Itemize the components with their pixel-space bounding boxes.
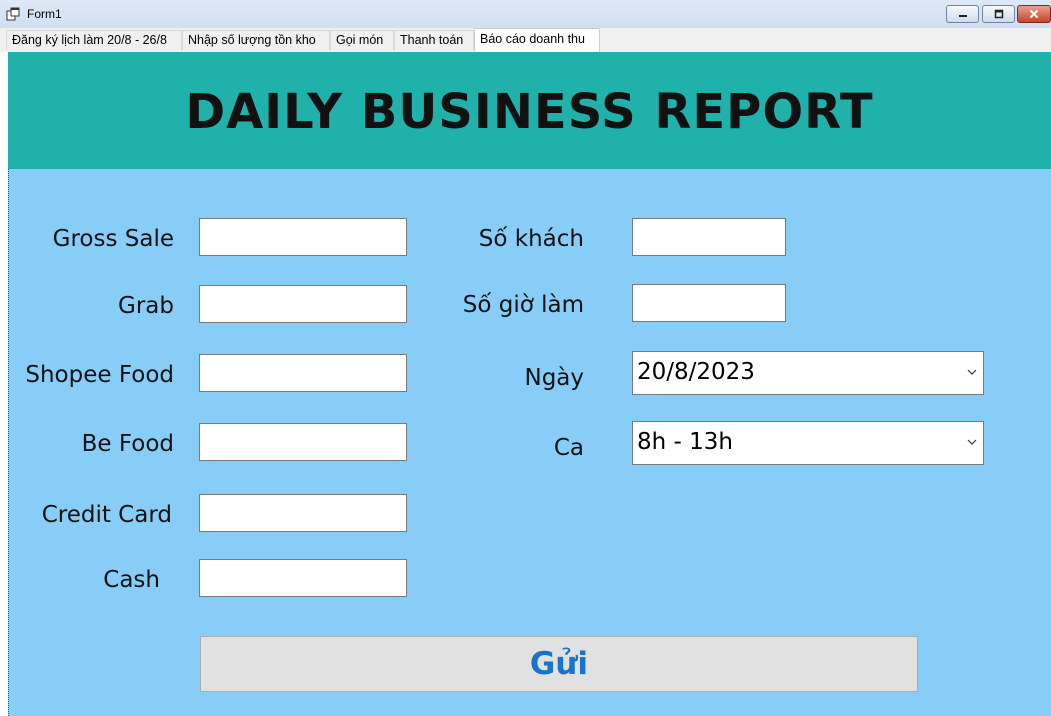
window-title: Form1 bbox=[27, 7, 62, 21]
so-khach-label: Số khách bbox=[478, 226, 584, 252]
minimize-button[interactable] bbox=[946, 5, 979, 23]
gross-sale-input[interactable] bbox=[199, 218, 407, 256]
tab-thanh-toan[interactable]: Thanh toán bbox=[394, 30, 474, 50]
grab-label: Grab bbox=[118, 293, 174, 319]
date-picker[interactable]: 20/8/2023 bbox=[632, 351, 984, 395]
chevron-down-icon bbox=[967, 439, 977, 445]
credit-card-label: Credit Card bbox=[41, 502, 172, 528]
cash-label: Cash bbox=[103, 567, 160, 593]
so-gio-lam-label: Số giờ làm bbox=[462, 292, 584, 318]
shopee-food-input[interactable] bbox=[199, 354, 407, 392]
tab-nhap-so-luong-ton-kho[interactable]: Nhập số lượng tồn kho bbox=[182, 30, 330, 50]
shift-value: 8h - 13h bbox=[637, 429, 733, 455]
tab-bao-cao-doanh-thu[interactable]: Báo cáo doanh thu bbox=[474, 28, 600, 52]
tab-goi-mon[interactable]: Gọi món bbox=[330, 30, 394, 50]
be-food-input[interactable] bbox=[199, 423, 407, 461]
minimize-icon bbox=[947, 6, 978, 22]
app-form-icon bbox=[6, 7, 20, 21]
grab-input[interactable] bbox=[199, 285, 407, 323]
chevron-down-icon bbox=[967, 369, 977, 375]
tab-dang-ky-lich-lam[interactable]: Đăng ký lịch làm 20/8 - 26/8 bbox=[6, 30, 182, 50]
window-titlebar: Form1 bbox=[0, 0, 1051, 28]
cash-input[interactable] bbox=[199, 559, 407, 597]
ngay-label: Ngày bbox=[524, 365, 584, 391]
submit-button[interactable]: Gửi bbox=[200, 636, 918, 692]
so-khach-input[interactable] bbox=[632, 218, 786, 256]
close-button[interactable] bbox=[1017, 5, 1051, 23]
close-icon bbox=[1018, 6, 1050, 22]
maximize-button[interactable] bbox=[982, 5, 1015, 23]
gross-sale-label: Gross Sale bbox=[52, 226, 174, 252]
be-food-label: Be Food bbox=[81, 431, 174, 457]
page-title: DAILY BUSINESS REPORT bbox=[185, 84, 874, 140]
maximize-icon bbox=[983, 6, 1014, 22]
shopee-food-label: Shopee Food bbox=[25, 362, 174, 388]
credit-card-input[interactable] bbox=[199, 494, 407, 532]
ca-label: Ca bbox=[553, 435, 584, 461]
date-value: 20/8/2023 bbox=[637, 359, 755, 385]
shift-select[interactable]: 8h - 13h bbox=[632, 421, 984, 465]
so-gio-lam-input[interactable] bbox=[632, 284, 786, 322]
